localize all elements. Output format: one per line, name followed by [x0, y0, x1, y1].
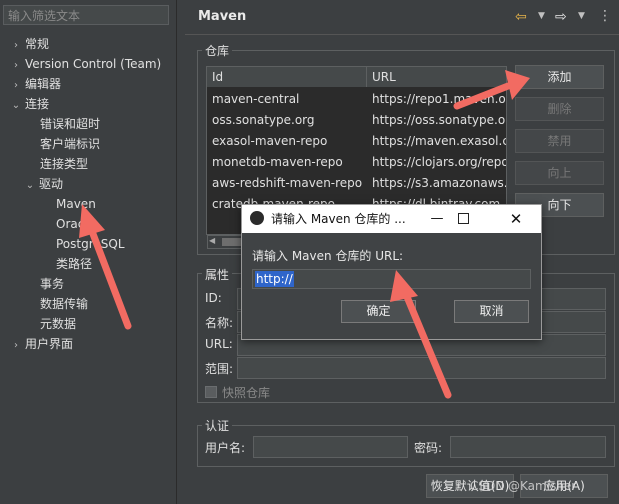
table-row[interactable]: maven-central https://repo1.maven.org	[207, 89, 507, 110]
repo-id-cell: oss.sonatype.org	[212, 113, 315, 127]
repo-url-value: http://	[255, 271, 294, 287]
tree-item-label: Version Control (Team)	[25, 57, 162, 71]
tree-item-label: 类路径	[56, 257, 93, 271]
tree-item[interactable]: 元数据	[40, 314, 76, 334]
tree-item-label: Oracle	[56, 217, 96, 231]
cancel-button[interactable]: 取消	[454, 300, 529, 323]
id-label: ID:	[205, 291, 222, 305]
password-field[interactable]	[450, 436, 606, 458]
username-field[interactable]	[253, 436, 408, 458]
repo-id-cell: exasol-maven-repo	[212, 134, 328, 148]
dbeaver-logo-icon	[250, 211, 264, 225]
tree-item-label: 编辑器	[25, 77, 62, 91]
tree-item-label: 客户端标识	[40, 137, 101, 151]
column-header-url[interactable]: URL	[367, 67, 506, 87]
repo-id-cell: maven-central	[212, 92, 300, 106]
table-row[interactable]: oss.sonatype.org https://oss.sonatype.org	[207, 110, 507, 131]
tree-item-label: PostgreSQL	[56, 237, 125, 251]
tree-item-label: 事务	[40, 277, 65, 291]
repo-url-cell: https://maven.exasol.co	[372, 134, 507, 148]
back-arrow-icon[interactable]: ⇦	[515, 9, 527, 25]
tree-item[interactable]: Oracle	[56, 214, 95, 234]
remove-button[interactable]: 删除	[515, 97, 604, 121]
tree-item[interactable]: 数据传输	[40, 294, 88, 314]
chevron-right-icon[interactable]: ›	[10, 336, 22, 356]
repo-url-input[interactable]: http://	[252, 269, 531, 289]
username-label: 用户名:	[205, 441, 246, 455]
watermark: CSDN @Kamisher	[470, 479, 577, 493]
repositories-group-label: 仓库	[202, 42, 233, 59]
snapshot-checkbox[interactable]	[205, 386, 217, 398]
close-icon[interactable]: ✕	[506, 205, 526, 233]
properties-group-label: 属性	[202, 266, 233, 283]
tree-item-label: Maven	[56, 197, 96, 211]
dialog-title: 请输入 Maven 仓库的 ...	[271, 212, 406, 226]
snapshot-label: 快照仓库	[222, 386, 271, 400]
tree-item[interactable]: › 编辑器	[10, 74, 61, 94]
table-row[interactable]: exasol-maven-repo https://maven.exasol.co	[207, 131, 507, 152]
input-dialog: 请输入 Maven 仓库的 ... — ✕ 请输入 Maven 仓库的 URL:…	[241, 204, 542, 340]
tree-item-label: 错误和超时	[40, 117, 101, 131]
tree-item[interactable]: 连接类型	[40, 154, 88, 174]
tree-item[interactable]: Maven	[56, 194, 96, 214]
repo-url-cell: https://repo1.maven.org	[372, 92, 507, 106]
tree-item-label: 连接	[25, 97, 50, 111]
repo-url-cell: https://clojars.org/repo	[372, 155, 507, 169]
minimize-icon[interactable]: —	[422, 205, 452, 233]
scope-field[interactable]	[237, 357, 606, 379]
tree-item[interactable]: ⌄ 连接	[10, 94, 49, 114]
more-options-icon[interactable]: ⋮	[598, 8, 612, 24]
repo-id-cell: monetdb-maven-repo	[212, 155, 343, 169]
tree-item[interactable]: 客户端标识	[40, 134, 100, 154]
table-row[interactable]: monetdb-maven-repo https://clojars.org/re…	[207, 152, 507, 173]
maximize-icon[interactable]	[458, 213, 469, 224]
tree-item[interactable]: 类路径	[56, 254, 92, 274]
tree-item[interactable]: 事务	[40, 274, 64, 294]
add-button[interactable]: 添加	[515, 65, 604, 89]
repo-url-cell: https://s3.amazonaws.co	[372, 176, 507, 190]
tree-item-label: 常规	[25, 37, 50, 51]
tree-item-label: 驱动	[39, 177, 64, 191]
tree-item-label: 数据传输	[40, 297, 89, 311]
ok-button[interactable]: 确定	[341, 300, 416, 323]
scope-label: 范围:	[205, 362, 234, 376]
tree-item[interactable]: › 常规	[10, 34, 49, 54]
tree-item-label: 用户界面	[25, 337, 74, 351]
tree-item[interactable]: 错误和超时	[40, 114, 100, 134]
tree-item[interactable]: PostgreSQL	[56, 234, 125, 254]
url-label: URL:	[205, 337, 233, 351]
repo-id-cell: aws-redshift-maven-repo	[212, 176, 363, 190]
chevron-right-icon[interactable]: ›	[10, 36, 22, 56]
dialog-prompt: 请输入 Maven 仓库的 URL:	[252, 249, 404, 263]
header-divider	[185, 34, 619, 35]
back-menu-chevron-icon[interactable]: ▼	[538, 11, 545, 21]
filter-input[interactable]: 输入筛选文本	[3, 5, 169, 25]
tree-item-label: 连接类型	[40, 157, 89, 171]
chevron-down-icon[interactable]: ⌄	[24, 176, 36, 196]
disable-button[interactable]: 禁用	[515, 129, 604, 153]
table-row[interactable]: aws-redshift-maven-repo https://s3.amazon…	[207, 173, 507, 194]
forward-arrow-icon[interactable]: ⇨	[555, 9, 567, 25]
auth-group-label: 认证	[202, 417, 233, 434]
tree-item[interactable]: ⌄ 驱动	[24, 174, 63, 194]
move-up-button[interactable]: 向上	[515, 161, 604, 185]
chevron-right-icon[interactable]: ›	[10, 76, 22, 96]
column-header-id[interactable]: Id	[207, 67, 367, 87]
password-label: 密码:	[414, 441, 443, 455]
repo-url-cell: https://oss.sonatype.org	[372, 113, 507, 127]
forward-menu-chevron-icon[interactable]: ▼	[578, 11, 585, 21]
chevron-down-icon[interactable]: ⌄	[10, 96, 22, 116]
name-label: 名称:	[205, 316, 234, 330]
tree-item-label: 元数据	[40, 317, 77, 331]
tree-item[interactable]: › 用户界面	[10, 334, 73, 354]
scroll-left-icon[interactable]: ◀	[209, 236, 215, 245]
chevron-right-icon[interactable]: ›	[10, 56, 22, 76]
page-title: Maven	[198, 9, 247, 24]
dialog-titlebar[interactable]: 请输入 Maven 仓库的 ... — ✕	[242, 205, 541, 233]
tree-item[interactable]: › Version Control (Team)	[10, 54, 161, 74]
dialog-body: 请输入 Maven 仓库的 URL: http:// 确定 取消	[242, 233, 541, 339]
